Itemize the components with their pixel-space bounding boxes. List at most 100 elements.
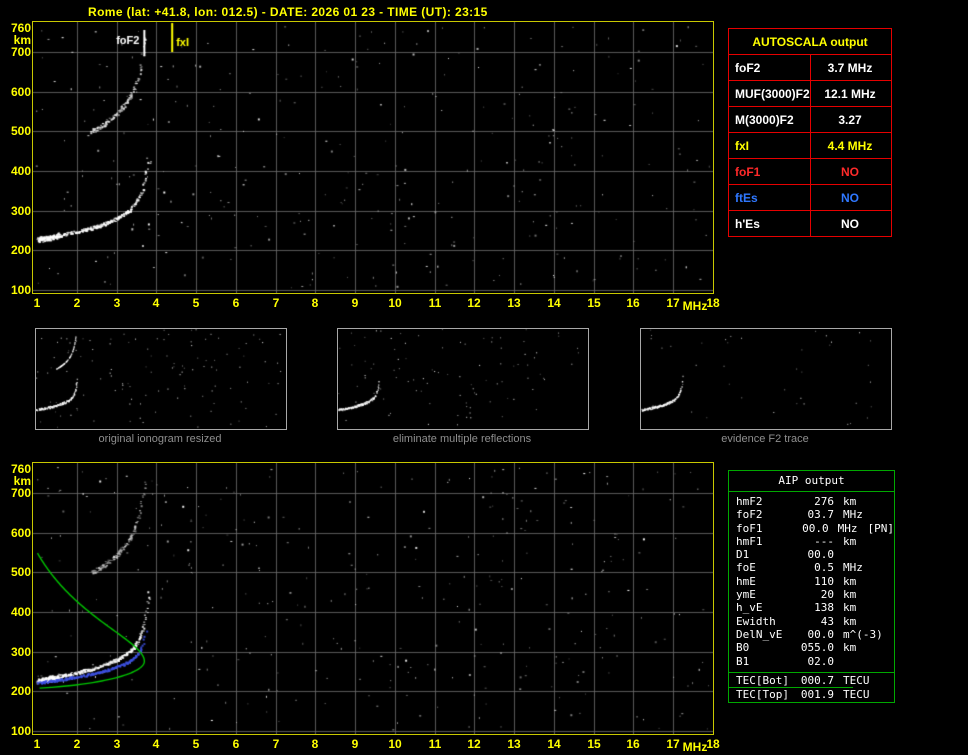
main-ionogram-canvas bbox=[33, 22, 713, 293]
aip-param-name: Ewidth bbox=[736, 614, 776, 628]
aip-param-name: hmF2 bbox=[736, 495, 763, 508]
aip-row-hmE: hmE 110 km bbox=[729, 575, 894, 588]
x-tick-label: 16 bbox=[626, 296, 640, 310]
thumbnail-original-ionogram bbox=[35, 328, 287, 430]
aip-param-name: foF1 bbox=[736, 521, 763, 535]
x-tick-label: 1 bbox=[33, 737, 41, 751]
thumbnail-caption-f2trace: evidence F2 trace bbox=[721, 433, 809, 445]
aip-param-unit: km bbox=[843, 614, 857, 628]
aip-param-unit bbox=[834, 548, 843, 561]
aip-param-value: 02.0 bbox=[807, 654, 835, 668]
x-tick-label: 8 bbox=[311, 296, 319, 310]
autoscala-row-foF2: foF2 3.7 MHz bbox=[729, 55, 891, 81]
profile-ionogram-canvas bbox=[33, 463, 713, 734]
aip-param-name: ymE bbox=[736, 588, 756, 602]
x-axis-unit: MHz bbox=[682, 740, 708, 754]
x-tick-label: 12 bbox=[467, 737, 481, 751]
thumbnail-caption-original: original ionogram resized bbox=[98, 433, 222, 445]
autoscala-parameter-label: h'Es bbox=[729, 211, 811, 236]
aip-param-unit bbox=[834, 655, 843, 668]
aip-row-h_vE: h_vE 138 km bbox=[729, 601, 894, 614]
aip-row-foF1: foF1 00.0 MHz [PN] bbox=[729, 522, 894, 535]
aip-row-DelN_vE: DelN_vE 00.0 m^(-3) bbox=[729, 628, 894, 641]
autoscala-parameter-value: NO bbox=[841, 165, 859, 179]
aip-row-hmF1: hmF1 --- km bbox=[729, 535, 894, 548]
autoscala-parameter-label: foF2 bbox=[729, 55, 811, 80]
thumbnail-original-canvas bbox=[36, 329, 286, 429]
aip-param-value: 03.7 bbox=[807, 508, 835, 522]
autoscala-parameter-label: MUF(3000)F2 bbox=[729, 81, 811, 106]
y-tick-label: 700 bbox=[10, 45, 31, 59]
aip-row-foE: foE 0.5 MHz bbox=[729, 561, 894, 574]
autoscala-row-fxI: fxI 4.4 MHz bbox=[729, 133, 891, 159]
autoscala-parameter-label: ftEs bbox=[729, 185, 811, 210]
autoscala-row-ftEs: ftEs NO bbox=[729, 185, 891, 211]
x-tick-label: 9 bbox=[351, 296, 359, 310]
aip-param-value: 138 bbox=[814, 601, 834, 615]
autoscala-parameter-label: foF1 bbox=[729, 159, 811, 184]
x-tick-label: 7 bbox=[272, 296, 280, 310]
aip-param-unit: m^(-3) bbox=[843, 627, 883, 641]
aip-param-value: 001.9 bbox=[800, 688, 834, 702]
aip-row-D1: D1 00.0 bbox=[729, 548, 894, 561]
y-tick-label: 100 bbox=[10, 724, 31, 738]
aip-param-name: DelN_vE bbox=[736, 627, 783, 641]
aip-param-value: 00.0 bbox=[802, 521, 829, 535]
aip-param-name: foE bbox=[736, 561, 756, 575]
x-tick-label: 13 bbox=[507, 737, 521, 751]
y-axis-unit: km bbox=[13, 474, 31, 488]
y-tick-label: 300 bbox=[10, 645, 31, 659]
autoscala-parameter-value: 4.4 MHz bbox=[827, 139, 873, 153]
autoscala-table-rows: foF2 3.7 MHz MUF(3000)F2 12.1 MHz M(3000)F2 3… bbox=[729, 55, 891, 236]
x-tick-label: 4 bbox=[152, 737, 160, 751]
main-ionogram-plot bbox=[32, 21, 714, 294]
aip-param-unit: km bbox=[843, 574, 857, 588]
y-tick-label: 600 bbox=[10, 85, 31, 99]
aip-param-value: --- bbox=[814, 534, 834, 548]
aip-param-value: 00.0 bbox=[807, 548, 835, 562]
thumbnail-f2-trace-canvas bbox=[641, 329, 891, 429]
x-tick-label: 3 bbox=[113, 737, 121, 751]
autoscala-parameter-value: NO bbox=[841, 217, 859, 231]
y-tick-label: 700 bbox=[10, 486, 31, 500]
y-tick-label: 200 bbox=[10, 684, 31, 698]
x-tick-label: 13 bbox=[507, 296, 521, 310]
aip-row-ymE: ymE 20 km bbox=[729, 588, 894, 601]
x-tick-label: 2 bbox=[73, 737, 81, 751]
thumbnail-multiple-reflections-canvas bbox=[338, 329, 588, 429]
aip-param-name: foF2 bbox=[736, 508, 763, 522]
aip-row-foF2: foF2 03.7 MHz bbox=[729, 508, 894, 521]
aip-panel-rows: hmF2 276 km foF2 03.7 MHz foF1 00.0 MHz [PN] hmF1-… bbox=[729, 492, 894, 701]
aip-panel-title: AIP output bbox=[729, 471, 894, 492]
aip-row-TEC[Bot]: TEC[Bot] 000.7 TECU bbox=[729, 671, 894, 687]
autoscala-parameter-value: 3.7 MHz bbox=[827, 61, 873, 75]
aip-param-unit: km bbox=[843, 534, 857, 548]
autoscala-parameter-value: 3.27 bbox=[838, 113, 862, 127]
aip-param-unit: TECU bbox=[843, 688, 870, 702]
x-tick-label: 9 bbox=[351, 737, 359, 751]
x-tick-label: 7 bbox=[272, 737, 280, 751]
autoscala-parameter-label: fxI bbox=[729, 133, 811, 158]
aip-output-panel: AIP output hmF2 276 km foF2 03.7 MHz foF1 00.0 M… bbox=[728, 470, 895, 703]
x-tick-label: 10 bbox=[388, 296, 402, 310]
y-axis-unit: km bbox=[13, 33, 31, 47]
aip-param-value: 43 bbox=[820, 614, 834, 628]
autoscala-row-foF1: foF1 NO bbox=[729, 159, 891, 185]
y-tick-label: 400 bbox=[10, 164, 31, 178]
autoscala-row-M(3000)F2: M(3000)F2 3.27 bbox=[729, 107, 891, 133]
aip-row-B0: B0 055.0 km bbox=[729, 641, 894, 654]
x-tick-label: 6 bbox=[232, 737, 240, 751]
x-tick-label: 11 bbox=[428, 737, 442, 751]
thumbnail-f2-trace bbox=[640, 328, 892, 430]
aip-row-hmF2: hmF2 276 km bbox=[729, 495, 894, 508]
thumbnail-caption-multiples: eliminate multiple reflections bbox=[392, 433, 532, 445]
x-tick-label: 5 bbox=[192, 737, 200, 751]
aip-param-name: TEC[Top] bbox=[736, 688, 789, 702]
x-tick-label: 16 bbox=[626, 737, 640, 751]
aip-param-name: B0 bbox=[736, 641, 750, 655]
x-tick-label: 11 bbox=[428, 296, 442, 310]
x-tick-label: 14 bbox=[547, 737, 561, 751]
x-tick-label: 10 bbox=[388, 737, 402, 751]
autoscala-screen: Rome (lat: +41.8, lon: 012.5) - DATE: 20… bbox=[0, 0, 968, 755]
y-tick-label: 100 bbox=[10, 283, 31, 297]
